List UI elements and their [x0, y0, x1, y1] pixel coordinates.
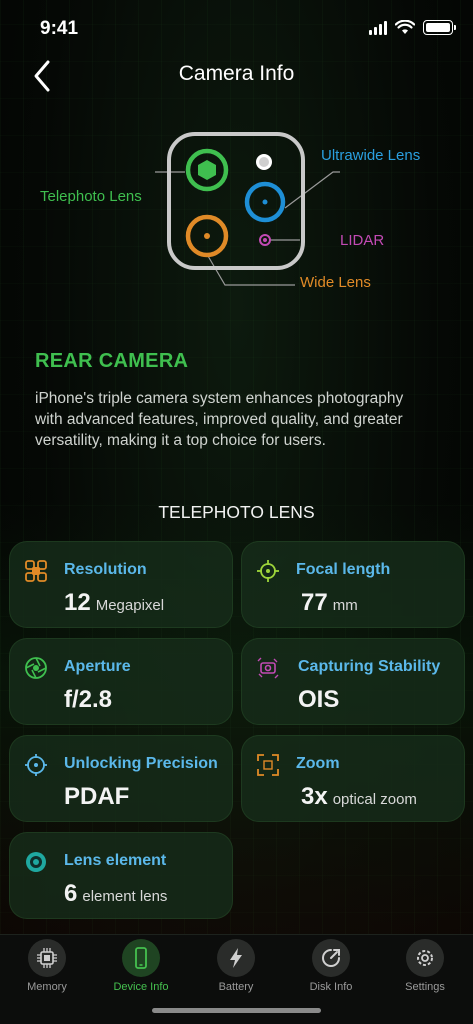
wifi-icon	[395, 20, 415, 34]
telephoto-lens-label: Telephoto Lens	[40, 188, 142, 205]
capturing-stability-card: Capturing Stability OIS	[241, 638, 465, 725]
battery-icon	[423, 20, 456, 35]
aperture-card: Aperture f/2.8	[9, 638, 233, 725]
section-title: REAR CAMERA	[35, 350, 189, 372]
unlocking-precision-card: Unlocking Precision PDAF	[9, 735, 233, 822]
memory-chip-icon	[28, 939, 66, 977]
target-icon	[25, 754, 47, 776]
tab-label: Settings	[405, 981, 445, 993]
chip-grid-icon	[25, 560, 47, 582]
tab-memory[interactable]: Memory	[0, 939, 94, 993]
signal-icon	[369, 20, 387, 35]
card-value-number: 12	[64, 589, 91, 616]
ultrawide-lens-label: Ultrawide Lens	[321, 147, 421, 164]
tab-label: Battery	[218, 981, 254, 993]
card-value-number: 6	[64, 880, 78, 907]
bolt-icon	[217, 939, 255, 977]
card-value-number: PDAF	[64, 783, 130, 810]
nav-bar: Camera Info	[0, 56, 473, 96]
card-value-number: OIS	[298, 686, 340, 713]
tab-disk-info[interactable]: Disk Info	[284, 939, 378, 993]
card-value-unit: optical zoom	[332, 791, 417, 808]
phone-icon	[122, 939, 160, 977]
tab-device-info[interactable]: Device Info	[94, 939, 188, 993]
home-indicator[interactable]	[152, 1008, 321, 1013]
card-title: Focal length	[296, 561, 391, 578]
lidar-label: LIDAR	[340, 232, 385, 249]
section-description: iPhone's triple camera system enhances p…	[35, 390, 404, 449]
card-title: Resolution	[64, 561, 147, 578]
card-value: OIS	[298, 686, 339, 714]
resolution-card: Resolution 12 Megapixel	[9, 541, 233, 628]
disk-icon	[312, 939, 350, 977]
tab-settings[interactable]: Settings	[378, 939, 472, 993]
focal-length-card: Focal length 77 mm	[241, 541, 465, 628]
screen: 9:41 Camera Info Telephoto Lens Ultrawid…	[0, 0, 473, 1024]
card-value-unit: mm	[332, 597, 358, 614]
card-title: Zoom	[296, 755, 340, 772]
card-value: 77 mm	[301, 589, 358, 617]
tab-battery[interactable]: Battery	[189, 939, 283, 993]
card-value-number: 77	[301, 589, 328, 616]
card-value: 12 Megapixel	[64, 589, 164, 617]
card-value: PDAF	[64, 783, 129, 811]
lens-icon	[26, 852, 46, 872]
zoom-frame-icon	[257, 754, 279, 776]
wide-lens-label: Wide Lens	[300, 274, 371, 291]
tab-label: Disk Info	[309, 981, 353, 993]
tab-label: Memory	[27, 981, 67, 993]
stabilization-icon	[257, 657, 279, 679]
status-icons	[369, 20, 456, 35]
tab-label: Device Info	[113, 981, 169, 993]
card-value-number: 3x	[301, 783, 328, 810]
aperture-icon	[25, 657, 47, 679]
card-title: Capturing Stability	[298, 658, 441, 675]
camera-diagram: Telephoto Lens Ultrawide Lens LIDAR Wide…	[0, 120, 473, 320]
status-bar: 9:41	[0, 0, 473, 56]
zoom-card: Zoom 3x optical zoom	[241, 735, 465, 822]
card-title: Unlocking Precision	[64, 755, 218, 772]
lens-element-card: Lens element 6 element lens	[9, 832, 233, 919]
card-title: Aperture	[64, 658, 131, 675]
gear-icon	[406, 939, 444, 977]
card-value-unit: element lens	[82, 888, 168, 905]
card-title: Lens element	[64, 852, 167, 869]
card-value: 3x optical zoom	[301, 783, 417, 811]
card-value-number: f/2.8	[64, 686, 113, 713]
card-value: f/2.8	[64, 686, 112, 714]
card-value: 6 element lens	[64, 880, 167, 908]
crosshair-icon	[257, 560, 279, 582]
status-time: 9:41	[40, 18, 79, 39]
card-value-unit: Megapixel	[95, 597, 165, 614]
page-title: Camera Info	[178, 62, 295, 85]
lens-heading: TELEPHOTO LENS	[158, 502, 315, 522]
